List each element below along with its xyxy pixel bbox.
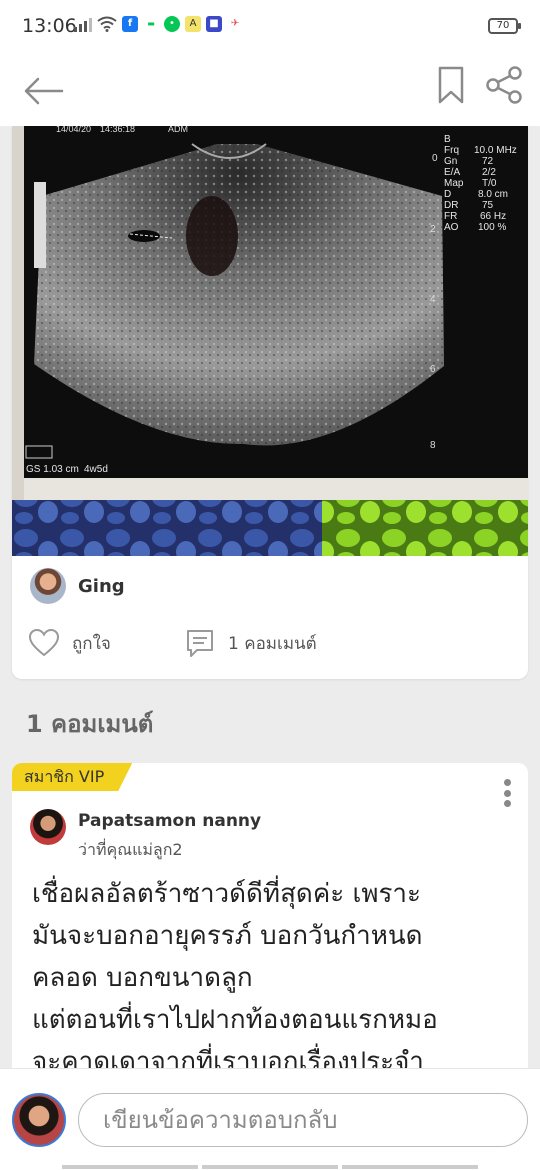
depth-mark-8: 8 <box>430 440 436 451</box>
depth-mark-2: 2 <box>430 224 436 235</box>
line-icon: ▬ <box>143 16 159 32</box>
like-button[interactable]: ถูกใจ <box>28 623 111 663</box>
param-gn-label: Gn <box>444 156 457 167</box>
commenter-name[interactable]: Papatsamon nanny <box>78 811 261 831</box>
user-avatar[interactable] <box>12 1093 66 1147</box>
reply-input[interactable]: เขียนข้อความตอบกลับ <box>78 1093 528 1147</box>
param-map-value: T/0 <box>482 178 497 189</box>
param-d-value: 8.0 cm <box>478 189 508 200</box>
param-dr-label: DR <box>444 200 458 211</box>
commenter-role: ว่าที่คุณแม่ลูก2 <box>78 840 183 859</box>
param-ea-value: 2/2 <box>482 167 496 178</box>
param-dr-value: 75 <box>482 200 494 211</box>
depth-mark-0: 0 <box>432 153 438 164</box>
like-label: ถูกใจ <box>72 633 111 654</box>
commenter-avatar[interactable] <box>30 809 66 845</box>
vip-badge: สมาชิก VIP <box>12 763 132 791</box>
gestation-age: 4w5d <box>84 464 108 475</box>
param-frq-label: Frq <box>444 145 459 156</box>
status-bar: 13:06 f ▬ • A ■ ✈ 70 <box>0 0 540 56</box>
param-map-label: Map <box>444 178 464 189</box>
author-name[interactable]: Ging <box>78 576 125 597</box>
comment-text: เชื่อผลอัลตร้าซาวด์ดีที่สุดค่ะ เพราะ มัน… <box>32 879 438 1077</box>
depth-mark-4: 4 <box>430 294 436 305</box>
param-ao-value: 100 % <box>478 222 506 233</box>
comment-card: สมาชิก VIP Papatsamon nanny ว่าที่คุณแม่… <box>12 763 528 1083</box>
depth-mark-6: 6 <box>430 364 436 375</box>
param-frq-value: 10.0 MHz <box>474 145 517 156</box>
bookmark-icon[interactable] <box>434 64 468 106</box>
app-game-icon: ■ <box>206 16 222 32</box>
comments-heading: 1 คอมเมนต์ <box>26 710 154 738</box>
post-actions: ถูกใจ 1 คอมเมนต์ <box>28 623 508 663</box>
back-arrow-icon[interactable] <box>20 68 66 114</box>
wifi-icon <box>97 16 117 32</box>
param-mode: B <box>444 134 451 145</box>
comment-count-label: 1 คอมเมนต์ <box>228 633 317 654</box>
facebook-icon: f <box>122 16 138 32</box>
ultrasound-photo[interactable]: 0 2 4 6 8 14/04/20 14:36:18 ADM B Frq 10… <box>12 126 528 556</box>
share-icon[interactable] <box>484 64 524 106</box>
signal-icon <box>74 16 92 32</box>
scan-code: ADM <box>168 126 188 134</box>
comment-button[interactable]: 1 คอมเมนต์ <box>184 623 317 663</box>
scan-time: 14:36:18 <box>100 126 135 134</box>
battery-indicator: 70 <box>488 18 521 34</box>
app-misc-icon: ✈ <box>227 16 243 32</box>
line-green-icon: • <box>164 16 180 32</box>
gs-measurement: GS 1.03 cm <box>26 464 79 475</box>
heart-icon <box>28 628 60 657</box>
post-author[interactable]: Ging <box>30 568 125 604</box>
comment-icon <box>187 630 213 657</box>
param-fr-label: FR <box>444 211 457 222</box>
app-header <box>0 56 540 126</box>
scan-date: 14/04/20 <box>56 126 91 134</box>
param-ao-label: AO <box>444 222 459 233</box>
param-fr-value: 66 Hz <box>480 211 506 222</box>
avatar[interactable] <box>30 568 66 604</box>
status-time: 13:06 <box>22 15 77 37</box>
param-ea-label: E/A <box>444 167 460 178</box>
status-icons: f ▬ • A ■ ✈ <box>74 16 243 32</box>
app-a-icon: A <box>185 16 201 32</box>
home-indicator <box>62 1165 478 1169</box>
more-vertical-icon[interactable] <box>500 779 514 807</box>
reply-bar: เขียนข้อความตอบกลับ <box>0 1068 540 1170</box>
param-d-label: D <box>444 189 451 200</box>
ultrasound-image: 0 2 4 6 8 14/04/20 14:36:18 ADM B Frq 10… <box>12 126 528 556</box>
param-gn-value: 72 <box>482 156 494 167</box>
post-card: 0 2 4 6 8 14/04/20 14:36:18 ADM B Frq 10… <box>12 126 528 679</box>
